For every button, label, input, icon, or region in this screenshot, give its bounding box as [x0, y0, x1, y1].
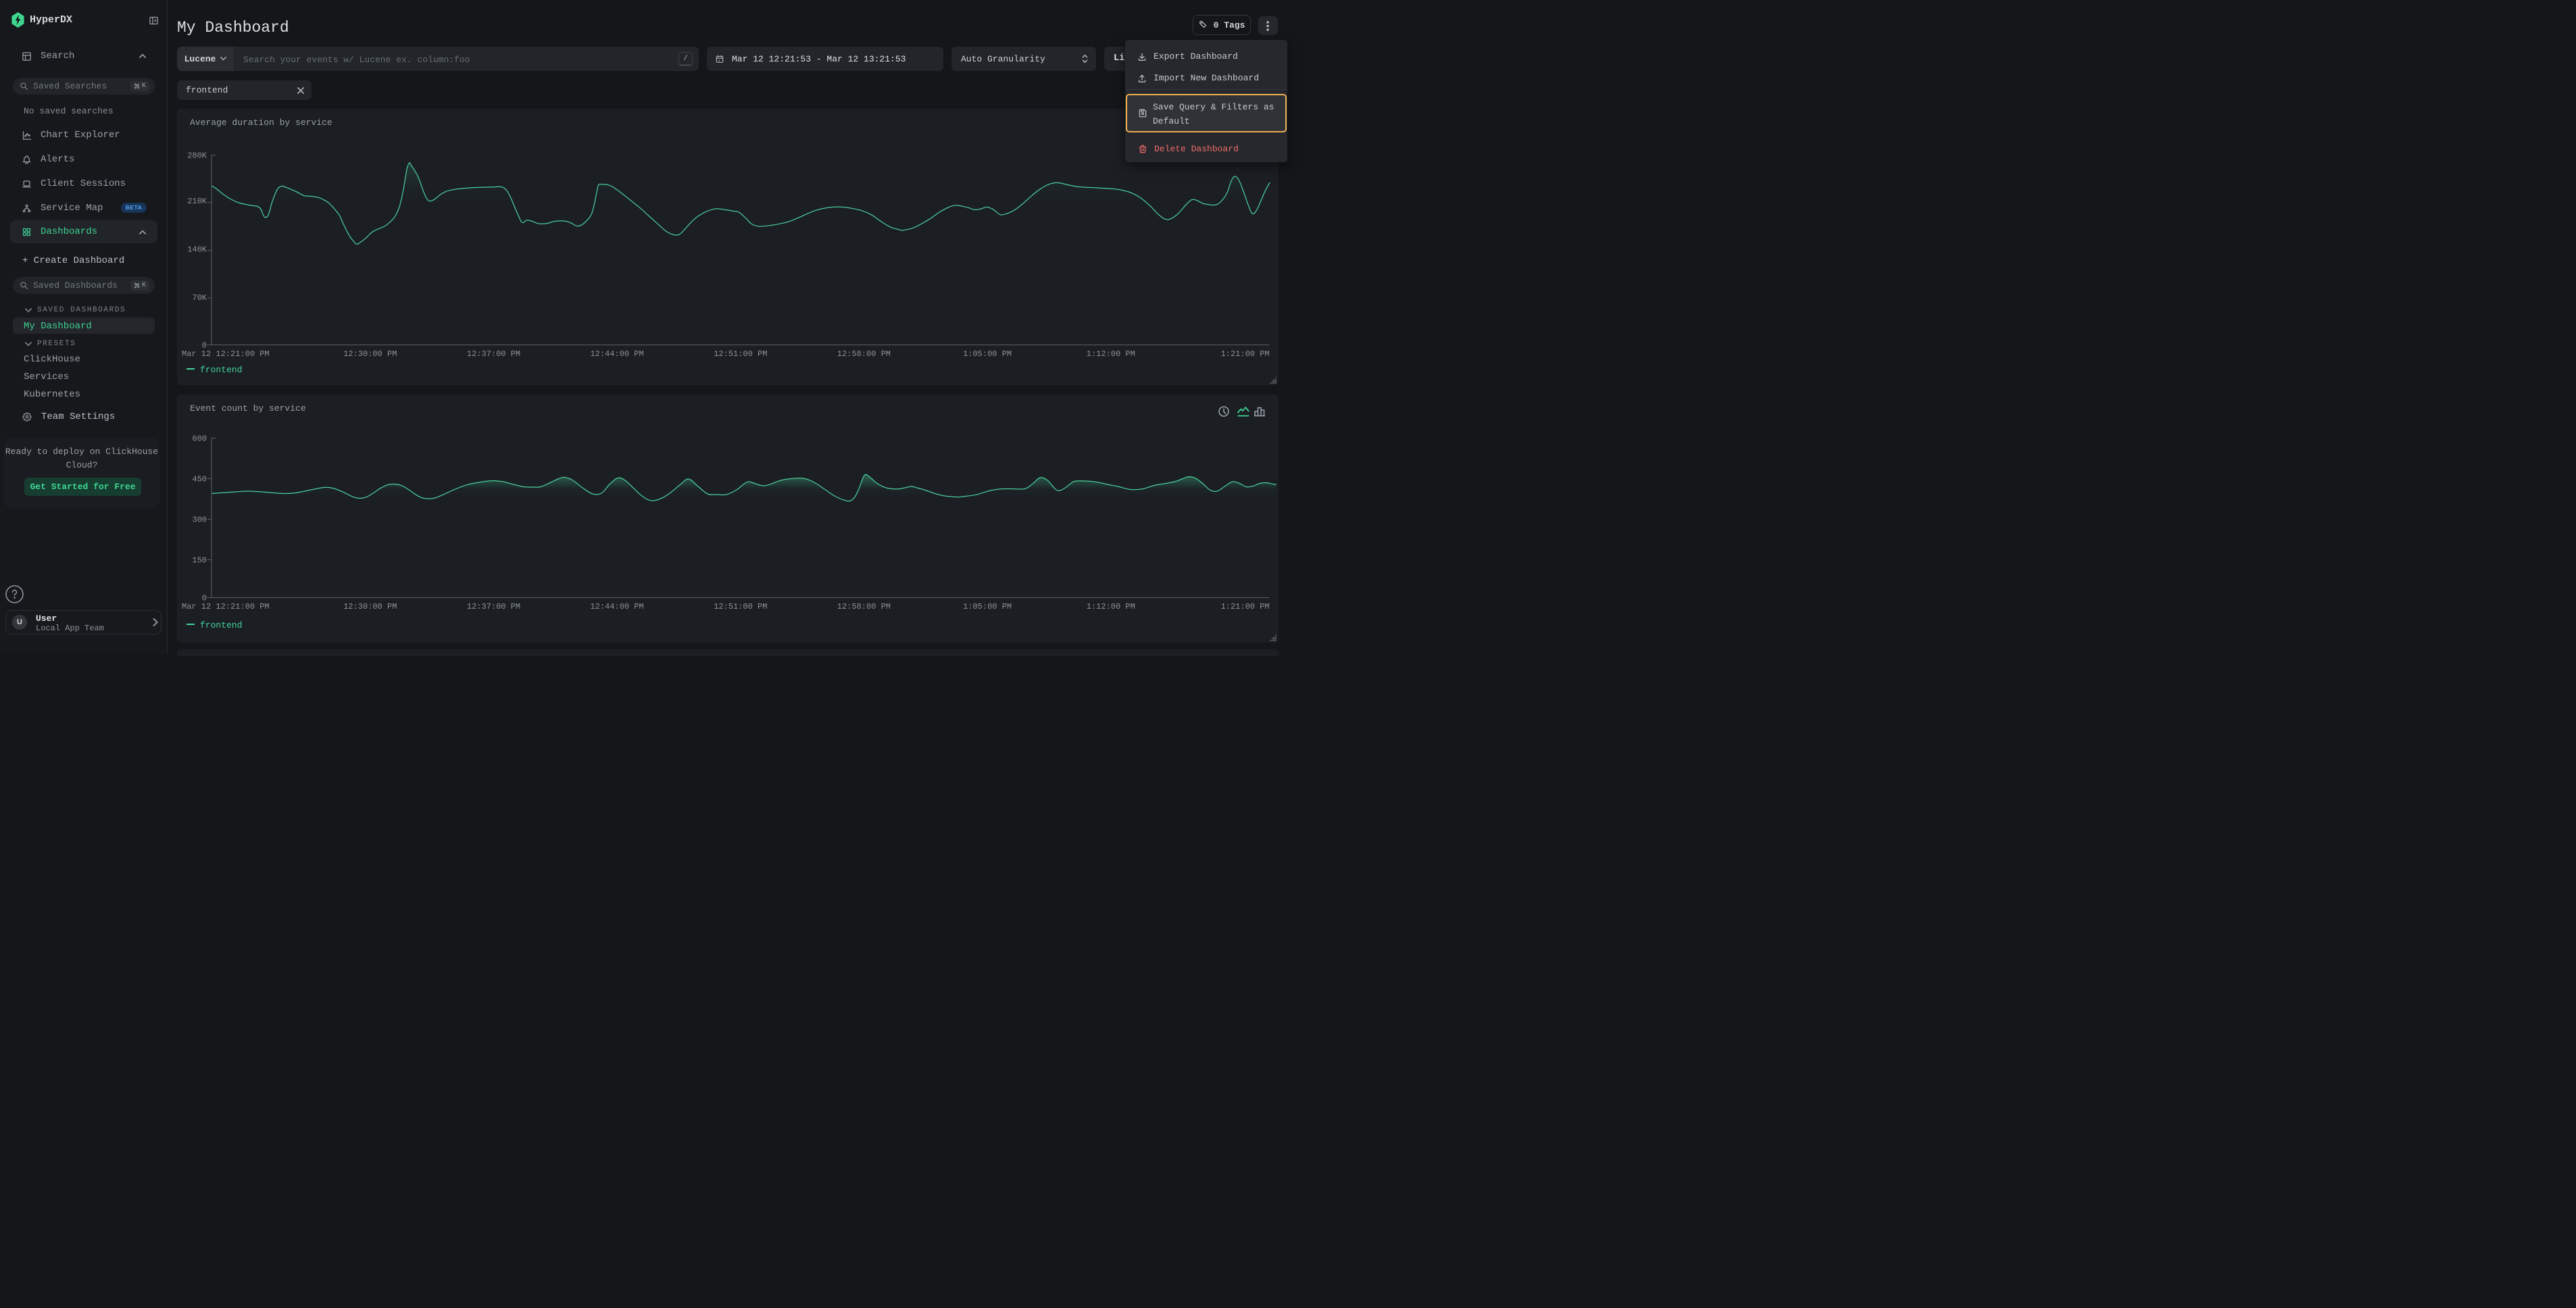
svg-text:1:12:00 PM: 1:12:00 PM	[1087, 349, 1135, 359]
svg-text:12:44:00 PM: 12:44:00 PM	[590, 602, 643, 611]
svg-text:frontend: frontend	[200, 620, 242, 630]
svg-text:140K: 140K	[187, 245, 207, 255]
svg-text:12:30:00 PM: 12:30:00 PM	[343, 602, 397, 611]
svg-text:1:05:00 PM: 1:05:00 PM	[963, 602, 1012, 611]
svg-text:150: 150	[192, 556, 207, 565]
svg-text:12:44:00 PM: 12:44:00 PM	[590, 349, 643, 359]
svg-text:frontend: frontend	[200, 365, 242, 375]
svg-text:12:51:00 PM: 12:51:00 PM	[714, 602, 767, 611]
svg-text:1:12:00 PM: 1:12:00 PM	[1087, 602, 1135, 611]
svg-text:Mar 12 12:21:00 PM: Mar 12 12:21:00 PM	[182, 349, 270, 359]
svg-text:280K: 280K	[187, 151, 207, 161]
svg-text:70K: 70K	[192, 293, 207, 303]
svg-text:1:05:00 PM: 1:05:00 PM	[963, 349, 1012, 359]
svg-text:Mar 12 12:21:00 PM: Mar 12 12:21:00 PM	[182, 602, 270, 611]
svg-text:300: 300	[192, 515, 207, 525]
svg-text:12:37:00 PM: 12:37:00 PM	[467, 602, 520, 611]
svg-text:12:58:00 PM: 12:58:00 PM	[837, 349, 891, 359]
svg-text:1:21:00 PM: 1:21:00 PM	[1221, 349, 1270, 359]
svg-text:12:30:00 PM: 12:30:00 PM	[343, 349, 397, 359]
svg-text:210K: 210K	[187, 197, 207, 206]
svg-text:12:58:00 PM: 12:58:00 PM	[837, 602, 891, 611]
svg-text:600: 600	[192, 434, 207, 444]
svg-text:1:21:00 PM: 1:21:00 PM	[1221, 602, 1270, 611]
svg-text:12:51:00 PM: 12:51:00 PM	[714, 349, 767, 359]
svg-text:12:37:00 PM: 12:37:00 PM	[467, 349, 520, 359]
svg-text:450: 450	[192, 475, 207, 484]
